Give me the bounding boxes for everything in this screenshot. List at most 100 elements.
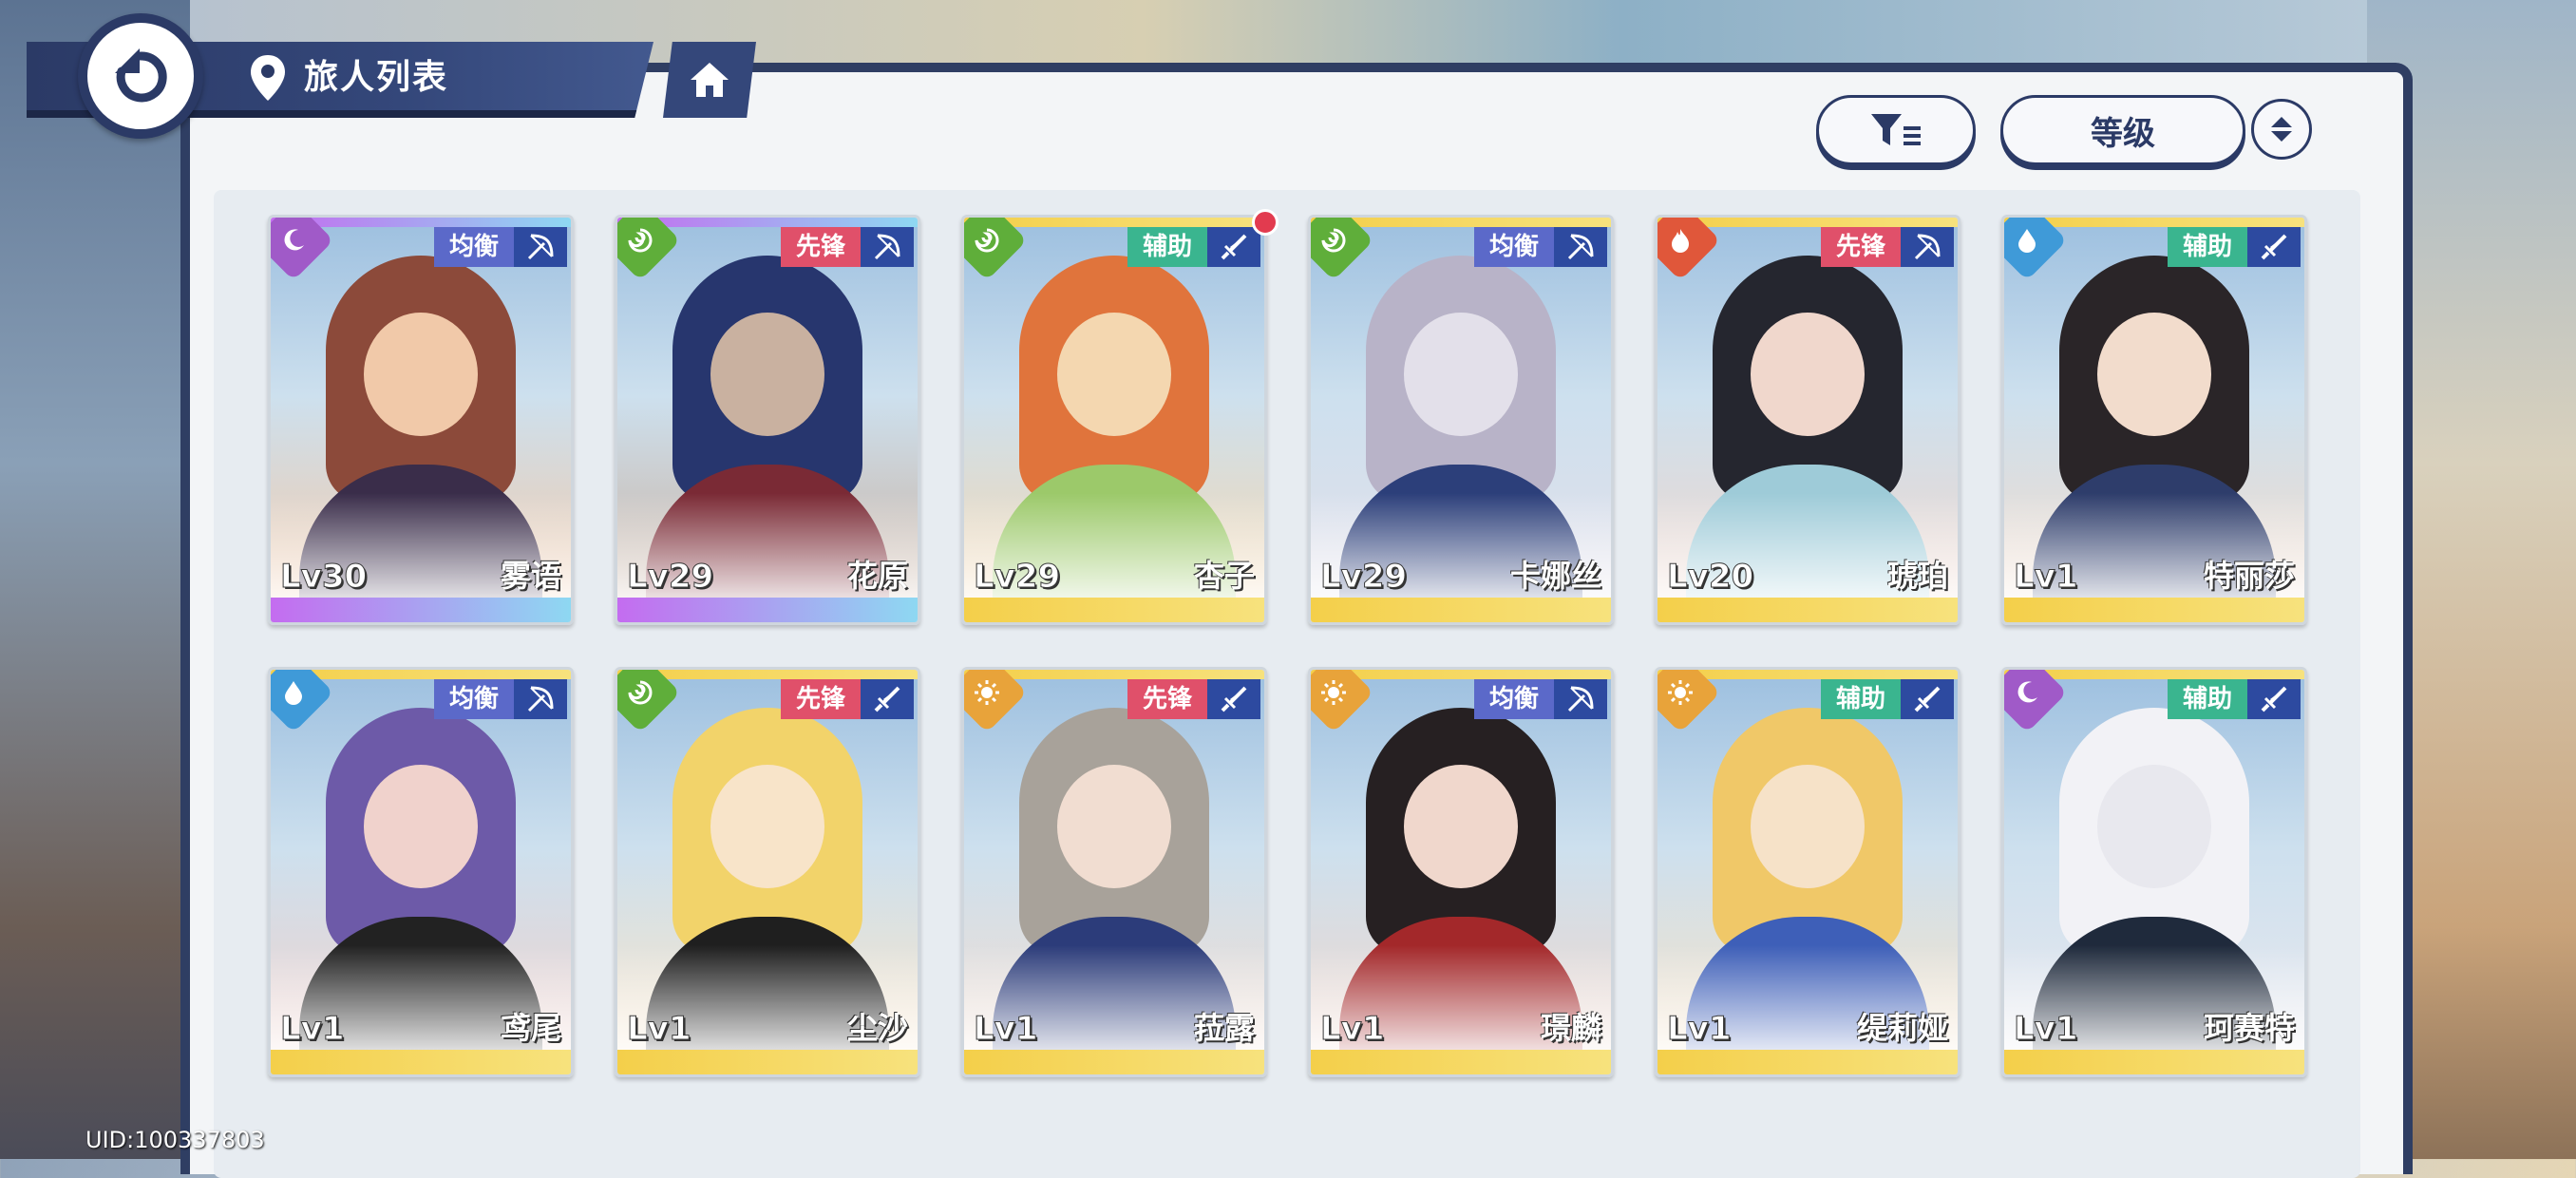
character-level: Lv29 — [973, 558, 1061, 597]
rarity-bar — [1657, 1050, 1958, 1074]
bow-icon — [1567, 234, 1594, 260]
weapon-badge — [861, 679, 914, 719]
rarity-bar — [2004, 1050, 2304, 1074]
character-name: 珂赛特 — [2203, 1010, 2295, 1046]
character-name: 尘沙 — [846, 1010, 908, 1046]
role-badge: 先锋 — [1820, 227, 1901, 267]
sort-order-toggle[interactable] — [2251, 99, 2312, 160]
sword-icon — [1914, 686, 1941, 712]
character-name: 菈露 — [1193, 1010, 1255, 1046]
character-card[interactable]: 均衡 Lv1 鸢尾 — [268, 667, 574, 1077]
character-card[interactable]: 辅助 Lv1 特丽莎 — [2001, 215, 2307, 625]
wind-element-icon — [628, 680, 653, 705]
weapon-badge — [514, 227, 567, 267]
weapon-badge — [1901, 227, 1954, 267]
role-badge: 辅助 — [2167, 227, 2247, 267]
character-card[interactable]: 先锋 Lv29 花原 — [615, 215, 920, 625]
water-element-icon — [2018, 229, 2036, 253]
character-level: Lv1 — [974, 1010, 1038, 1049]
character-card[interactable]: 先锋 Lv1 菈露 — [961, 667, 1267, 1077]
character-name: 花原 — [846, 558, 908, 594]
sort-down-icon — [2271, 131, 2292, 142]
role-badge: 辅助 — [1820, 679, 1901, 719]
character-card[interactable]: 辅助 Lv1 珂赛特 — [2001, 667, 2307, 1077]
character-level: Lv29 — [626, 558, 714, 597]
character-name: 雾语 — [500, 558, 561, 594]
rarity-bar — [1311, 598, 1611, 622]
wind-element-icon — [975, 228, 999, 253]
role-badge: 辅助 — [1127, 227, 1207, 267]
sun-element-icon — [1321, 680, 1346, 705]
role-badge: 辅助 — [2167, 679, 2247, 719]
character-card[interactable]: 先锋 Lv1 尘沙 — [615, 667, 920, 1077]
wind-element-icon — [1321, 228, 1346, 253]
rarity-bar — [2004, 598, 2304, 622]
character-name: 琥珀 — [1886, 558, 1948, 594]
character-level: Lv20 — [1666, 558, 1754, 597]
home-icon — [691, 63, 729, 97]
character-level: Lv1 — [280, 1010, 345, 1049]
character-name: 杏子 — [1193, 558, 1255, 594]
back-button[interactable] — [78, 13, 203, 139]
character-card[interactable]: 辅助 Lv1 缇莉娅 — [1655, 667, 1960, 1077]
notification-dot — [1252, 209, 1279, 236]
filter-button[interactable] — [1816, 95, 1976, 165]
bow-icon — [1914, 234, 1941, 260]
sword-icon — [2261, 234, 2287, 260]
rarity-bar — [964, 1050, 1264, 1074]
sword-icon — [1221, 686, 1247, 712]
bow-icon — [527, 686, 554, 712]
role-badge: 先锋 — [1127, 679, 1207, 719]
sort-up-icon — [2271, 117, 2292, 127]
weapon-badge — [1207, 227, 1260, 267]
wind-element-icon — [628, 228, 653, 253]
location-pin-icon — [251, 55, 285, 101]
weapon-badge — [1207, 679, 1260, 719]
character-level: Lv1 — [1320, 1010, 1385, 1049]
page-title: 旅人列表 — [304, 58, 449, 97]
character-level: Lv1 — [2014, 1010, 2078, 1049]
character-card[interactable]: 辅助 Lv29 杏子 — [961, 215, 1267, 625]
character-level: Lv1 — [627, 1010, 691, 1049]
moon-element-icon — [2017, 681, 2037, 703]
character-card[interactable]: 均衡 Lv30 雾语 — [268, 215, 574, 625]
role-badge: 均衡 — [1473, 679, 1554, 719]
bow-icon — [874, 234, 900, 260]
sun-element-icon — [975, 680, 999, 705]
role-badge: 先锋 — [780, 227, 861, 267]
rarity-bar — [271, 1050, 571, 1074]
weapon-badge — [1554, 679, 1607, 719]
character-card[interactable]: 先锋 Lv20 琥珀 — [1655, 215, 1960, 625]
character-name: 卡娜丝 — [1509, 558, 1601, 594]
sword-icon — [2261, 686, 2287, 712]
character-name: 璟麟 — [1540, 1010, 1601, 1046]
rarity-bar — [271, 598, 571, 622]
role-badge: 均衡 — [1473, 227, 1554, 267]
character-card[interactable]: 均衡 Lv29 卡娜丝 — [1308, 215, 1614, 625]
weapon-badge — [861, 227, 914, 267]
rarity-bar — [617, 1050, 918, 1074]
bow-icon — [527, 234, 554, 260]
sort-by-level-button[interactable]: 等级 — [2000, 95, 2245, 165]
home-button[interactable] — [663, 42, 756, 118]
character-level: Lv1 — [1667, 1010, 1732, 1049]
water-element-icon — [285, 681, 302, 705]
character-name: 特丽莎 — [2203, 558, 2295, 594]
character-level: Lv29 — [1319, 558, 1408, 597]
weapon-badge — [2247, 679, 2301, 719]
sword-icon — [1221, 234, 1247, 260]
role-badge: 均衡 — [433, 227, 514, 267]
moon-element-icon — [284, 229, 304, 251]
character-name: 缇莉娅 — [1856, 1010, 1948, 1046]
weapon-badge — [1554, 227, 1607, 267]
rarity-bar — [1311, 1050, 1611, 1074]
character-name: 鸢尾 — [500, 1010, 561, 1046]
role-badge: 均衡 — [433, 679, 514, 719]
character-card[interactable]: 均衡 Lv1 璟麟 — [1308, 667, 1614, 1077]
fire-element-icon — [1672, 229, 1689, 253]
rarity-bar — [1657, 598, 1958, 622]
character-level: Lv30 — [279, 558, 368, 597]
filter-icon — [1871, 114, 1921, 145]
sword-icon — [874, 686, 900, 712]
rarity-bar — [964, 598, 1264, 622]
